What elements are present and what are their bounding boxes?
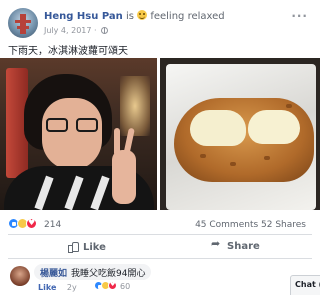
- person-face: [42, 98, 102, 170]
- photo-selfie[interactable]: [0, 58, 157, 210]
- post-header: Heng Hsu Pan is feeling relaxed: [44, 10, 225, 22]
- crust-crumb: [200, 154, 206, 158]
- peace-finger: [114, 128, 120, 156]
- feeling-emoji-icon: [137, 10, 148, 20]
- crust-crumb: [230, 162, 236, 166]
- comment-text: 我睡父吃飯94開心: [71, 269, 146, 279]
- comment-like-link[interactable]: Like: [38, 283, 56, 292]
- background-light: [120, 76, 150, 136]
- author-name-link[interactable]: Heng Hsu Pan: [44, 11, 123, 22]
- divider: [8, 234, 312, 235]
- comment-reaction-count[interactable]: 60: [120, 282, 130, 291]
- reaction-count[interactable]: 214: [44, 220, 61, 230]
- person-glasses: [46, 118, 102, 134]
- share-label: Share: [227, 241, 260, 252]
- ice-cream-scoop: [248, 110, 300, 144]
- like-button[interactable]: Like: [68, 241, 106, 253]
- comment-bubble: 楊麗如 我睡父吃飯94開心: [34, 264, 152, 280]
- globe-icon[interactable]: [101, 27, 109, 34]
- commenter-name-link[interactable]: 楊麗如: [40, 269, 67, 279]
- divider: [8, 258, 312, 259]
- is-word: is: [125, 11, 134, 22]
- commenter-avatar[interactable]: [10, 266, 30, 286]
- crust-crumb: [286, 104, 292, 108]
- photo-croissant[interactable]: [160, 58, 320, 210]
- love-reaction-icon: [108, 281, 117, 290]
- tower-image: [15, 14, 31, 34]
- person-hand: [112, 150, 136, 204]
- thumb-up-icon: [68, 241, 79, 253]
- like-label: Like: [83, 242, 106, 253]
- post-card: Heng Hsu Pan is feeling relaxed July 4, …: [0, 0, 320, 295]
- share-arrow-icon: [211, 237, 222, 250]
- author-avatar[interactable]: [8, 8, 38, 38]
- comment-actions: Like 2y: [38, 283, 77, 292]
- feeling-label: feeling relaxed: [150, 11, 225, 22]
- share-button[interactable]: Share: [211, 237, 260, 252]
- chat-tab[interactable]: Chat (1: [290, 275, 320, 295]
- more-options-icon[interactable]: ···: [291, 9, 308, 23]
- crust-crumb: [264, 156, 270, 160]
- post-date[interactable]: July 4, 2017 ·: [44, 26, 97, 35]
- comments-shares-count[interactable]: 45 Comments 52 Shares: [195, 220, 306, 230]
- post-text: 下雨天，冰淇淋波蘿可頌天: [8, 46, 128, 57]
- comment-time[interactable]: 2y: [67, 283, 77, 292]
- post-meta: July 4, 2017 ·: [44, 26, 109, 35]
- love-reaction-icon: [26, 218, 37, 229]
- ice-cream-scoop: [190, 110, 246, 146]
